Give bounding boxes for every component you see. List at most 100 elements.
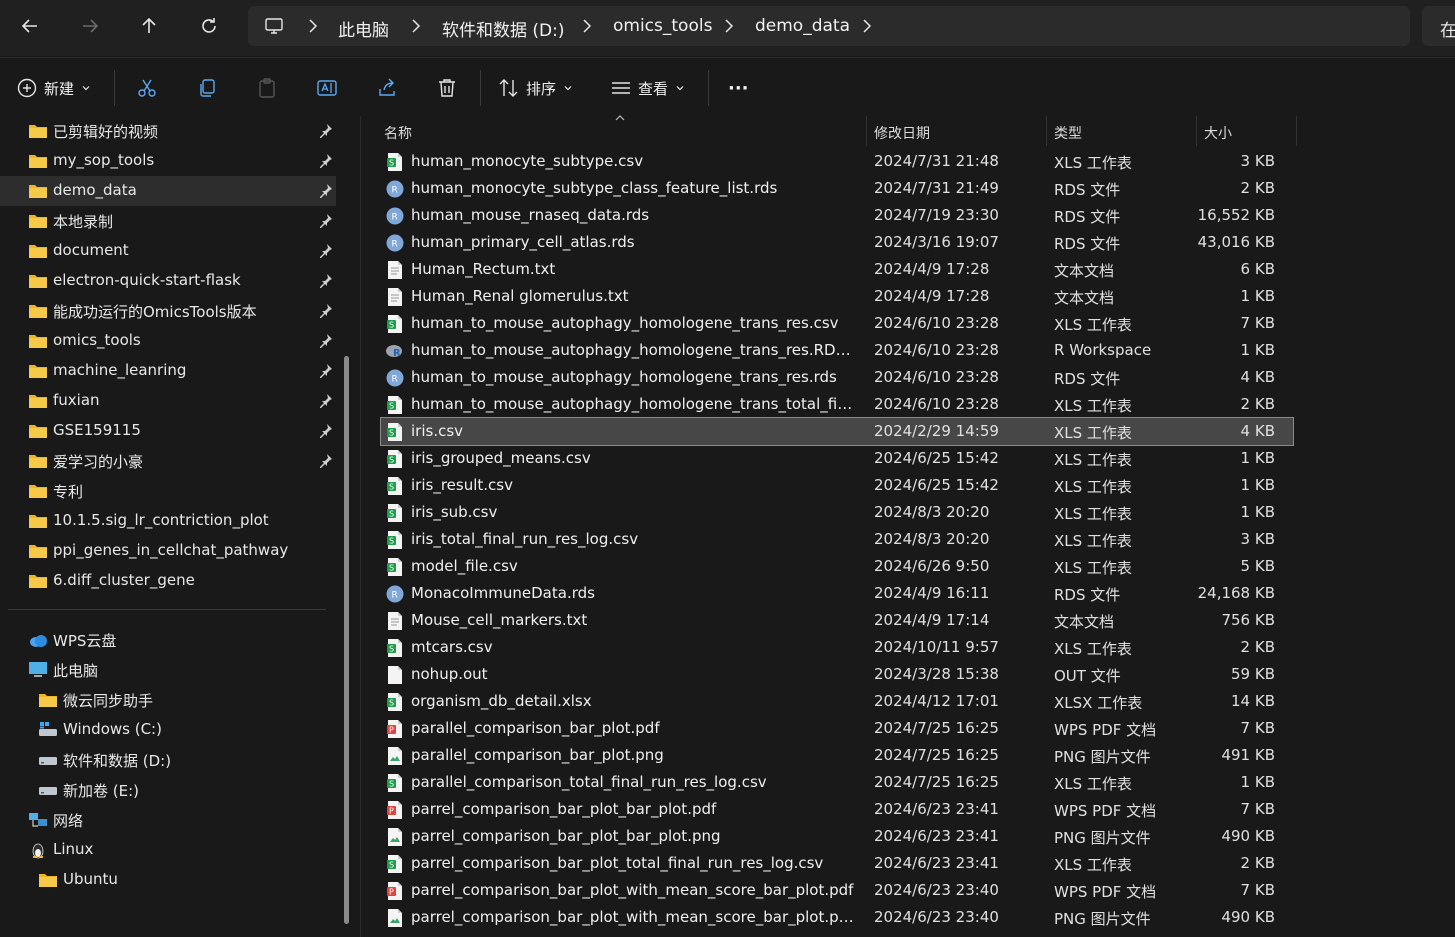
column-divider[interactable] xyxy=(1196,116,1197,146)
file-row[interactable]: Smtcars.csv 2024/10/11 9:57 XLS 工作表 2 KB xyxy=(381,634,1293,661)
file-row[interactable]: Siris_result.csv 2024/6/25 15:42 XLS 工作表 1 … xyxy=(381,472,1293,499)
search-input[interactable]: 在 xyxy=(1422,6,1455,46)
file-row[interactable]: Rhuman_monocyte_subtype_class_feature_li… xyxy=(381,175,1293,202)
sidebar-item[interactable]: 已剪辑好的视频 xyxy=(0,116,336,146)
sidebar-item[interactable]: 专利 xyxy=(0,476,336,506)
file-row[interactable]: parrel_comparison_bar_plot_with_mean_sco… xyxy=(381,904,1293,931)
column-divider[interactable] xyxy=(1296,116,1297,146)
file-row[interactable]: Smodel_file.csv 2024/6/26 9:50 XLS 工作表 5 KB xyxy=(381,553,1293,580)
file-row[interactable]: Shuman_to_mouse_autophagy_homologene_tra… xyxy=(381,391,1293,418)
file-row[interactable]: Siris_sub.csv 2024/8/3 20:20 XLS 工作表 1 KB xyxy=(381,499,1293,526)
pin-icon[interactable] xyxy=(318,393,333,408)
sort-button[interactable]: 排序 xyxy=(498,74,572,102)
pin-icon[interactable] xyxy=(318,273,333,288)
file-row[interactable]: Sparallel_comparison_total_final_run_res… xyxy=(381,769,1293,796)
nav-tree-item[interactable]: 软件和数据 (D:) xyxy=(0,745,336,775)
breadcrumb-item[interactable]: omics_tools xyxy=(613,16,712,36)
nav-tree-item[interactable]: 网络 xyxy=(0,805,336,835)
sidebar-item[interactable]: document xyxy=(0,236,336,266)
file-row[interactable]: Sorganism_db_detail.xlsx 2024/4/12 17:01 X… xyxy=(381,688,1293,715)
column-header-date[interactable]: 修改日期 xyxy=(874,123,930,143)
sidebar-item[interactable]: 爱学习的小豪 xyxy=(0,446,336,476)
delete-button[interactable] xyxy=(436,74,458,102)
rename-button[interactable] xyxy=(316,74,338,102)
pin-icon[interactable] xyxy=(318,363,333,378)
sidebar-item[interactable]: ppi_genes_in_cellchat_pathway xyxy=(0,536,336,566)
breadcrumb-item[interactable]: 软件和数据 (D:) xyxy=(442,16,565,41)
more-options-button[interactable]: ··· xyxy=(728,74,749,102)
sidebar-item[interactable]: 6.diff_cluster_gene xyxy=(0,566,336,596)
sidebar-item[interactable]: demo_data xyxy=(0,176,336,206)
pin-icon[interactable] xyxy=(318,183,333,198)
nav-tree-item[interactable]: Ubuntu xyxy=(0,865,336,895)
pin-icon[interactable] xyxy=(318,423,333,438)
pin-icon[interactable] xyxy=(318,213,333,228)
sidebar-scrollbar[interactable] xyxy=(344,356,349,924)
sidebar-item[interactable]: machine_leanring xyxy=(0,356,336,386)
pin-icon[interactable] xyxy=(318,123,333,138)
pin-icon[interactable] xyxy=(318,243,333,258)
file-row[interactable]: Mouse_cell_markers.txt 2024/4/9 17:14 文本文档… xyxy=(381,607,1293,634)
column-divider[interactable] xyxy=(1046,116,1047,146)
copy-button[interactable] xyxy=(196,74,218,102)
breadcrumb-item[interactable]: demo_data xyxy=(755,16,850,36)
share-button[interactable] xyxy=(376,74,398,102)
file-row[interactable]: Pparrel_comparison_bar_plot_with_mean_sc… xyxy=(381,877,1293,904)
rds-file-icon: R xyxy=(386,585,404,603)
pin-icon[interactable] xyxy=(318,303,333,318)
column-header-size[interactable]: 大小 xyxy=(1204,123,1232,143)
sidebar-item[interactable]: omics_tools xyxy=(0,326,336,356)
new-button[interactable]: 新建 xyxy=(16,74,90,102)
file-row[interactable]: Siris_grouped_means.csv 2024/6/25 15:42 XL… xyxy=(381,445,1293,472)
sidebar-item[interactable]: 能成功运行的OmicsTools版本 xyxy=(0,296,336,326)
breadcrumb[interactable]: 此电脑 软件和数据 (D:) omics_tools demo_data xyxy=(248,6,1410,46)
file-row[interactable]: Shuman_monocyte_subtype.csv 2024/7/31 21:… xyxy=(381,148,1293,175)
chevron-right-icon[interactable] xyxy=(860,18,874,34)
up-button[interactable] xyxy=(131,10,167,42)
file-row[interactable]: Human_Renal glomerulus.txt 2024/4/9 17:28… xyxy=(381,283,1293,310)
spreadsheet-file-icon: S xyxy=(387,477,402,495)
sidebar-item[interactable]: GSE159115 xyxy=(0,416,336,446)
back-button[interactable] xyxy=(12,10,48,42)
file-row[interactable]: Siris_total_final_run_res_log.csv 2024/8/… xyxy=(381,526,1293,553)
nav-tree-item[interactable]: 新加卷 (E:) xyxy=(0,775,336,805)
breadcrumb-item[interactable]: 此电脑 xyxy=(338,16,389,41)
sidebar-item[interactable]: 本地录制 xyxy=(0,206,336,236)
file-row[interactable]: Rhuman_to_mouse_autophagy_homologene_tra… xyxy=(381,364,1293,391)
pin-icon[interactable] xyxy=(318,153,333,168)
forward-button[interactable] xyxy=(72,10,108,42)
file-row[interactable]: Human_Rectum.txt 2024/4/9 17:28 文本文档 6 KB xyxy=(381,256,1293,283)
nav-tree-item[interactable]: WPS云盘 xyxy=(0,625,336,655)
refresh-button[interactable] xyxy=(191,10,227,42)
pin-icon[interactable] xyxy=(318,453,333,468)
file-row[interactable]: Sparrel_comparison_bar_plot_total_final_… xyxy=(381,850,1293,877)
paste-button[interactable] xyxy=(256,74,278,102)
rds-file-icon: R xyxy=(386,207,404,225)
nav-tree-item[interactable]: Windows (C:) xyxy=(0,715,336,745)
file-row[interactable]: Rhuman_to_mouse_autophagy_homologene_tra… xyxy=(381,337,1293,364)
sidebar-item[interactable]: electron-quick-start-flask xyxy=(0,266,336,296)
file-row[interactable]: Shuman_to_mouse_autophagy_homologene_tra… xyxy=(381,310,1293,337)
file-row[interactable]: parrel_comparison_bar_plot_bar_plot.png 2… xyxy=(381,823,1293,850)
file-row[interactable]: Pparrel_comparison_bar_plot_bar_plot.pdf… xyxy=(381,796,1293,823)
file-row[interactable]: Siris.csv 2024/2/29 14:59 XLS 工作表 4 KB xyxy=(380,417,1294,446)
nav-tree-item[interactable]: 此电脑 xyxy=(0,655,336,685)
sidebar-item[interactable]: 10.1.5.sig_lr_contriction_plot xyxy=(0,506,336,536)
column-header-type[interactable]: 类型 xyxy=(1054,123,1082,143)
file-row[interactable]: parallel_comparison_bar_plot.png 2024/7/2… xyxy=(381,742,1293,769)
file-row[interactable]: nohup.out 2024/3/28 15:38 OUT 文件 59 KB xyxy=(381,661,1293,688)
column-header-name[interactable]: 名称 xyxy=(384,123,412,143)
view-button[interactable]: 查看 xyxy=(610,74,684,102)
sidebar-item[interactable]: fuxian xyxy=(0,386,336,416)
sidebar-item[interactable]: my_sop_tools xyxy=(0,146,336,176)
file-row[interactable]: Rhuman_primary_cell_atlas.rds 2024/3/16 1… xyxy=(381,229,1293,256)
file-row[interactable]: R MonacoImmuneData.rds 2024/4/9 16:11 RDS 文… xyxy=(381,580,1293,607)
file-row[interactable]: Pparallel_comparison_bar_plot.pdf 2024/7/… xyxy=(381,715,1293,742)
nav-tree-item[interactable]: Linux xyxy=(0,835,336,865)
svg-text:S: S xyxy=(389,645,394,654)
cut-button[interactable] xyxy=(136,74,158,102)
pin-icon[interactable] xyxy=(318,333,333,348)
column-divider[interactable] xyxy=(866,116,867,146)
file-row[interactable]: Rhuman_mouse_rnaseq_data.rds 2024/7/19 23… xyxy=(381,202,1293,229)
nav-tree-item[interactable]: 微云同步助手 xyxy=(0,685,336,715)
